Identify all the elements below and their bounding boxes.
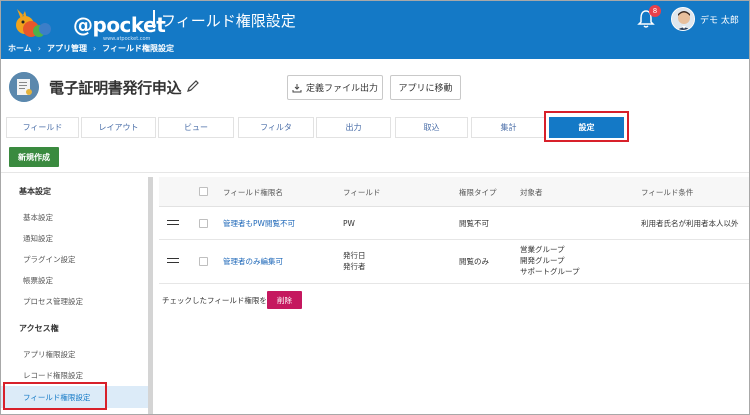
tab-filter[interactable]: フィルタ bbox=[238, 117, 314, 138]
field-value: PW bbox=[343, 219, 355, 228]
sidebar-item-app-permission[interactable]: アプリ権限設定 bbox=[23, 349, 76, 360]
table-header: フィールド権限名 フィールド 権限タイプ 対象者 フィールド条件 bbox=[159, 177, 749, 207]
logo-subtext: www.atpocket.com bbox=[103, 36, 151, 42]
breadcrumb-home[interactable]: ホーム bbox=[8, 43, 32, 54]
new-create-button[interactable]: 新規作成 bbox=[9, 147, 59, 167]
table-row: 管理者もPW閲覧不可 PW 閲覧不可 利用者氏名が利用者本人以外 bbox=[159, 207, 749, 240]
drag-handle-icon[interactable] bbox=[167, 220, 179, 225]
column-header-type: 権限タイプ bbox=[459, 188, 497, 197]
tab-output[interactable]: 出力 bbox=[316, 117, 391, 138]
sidebar-section-access: アクセス権 bbox=[19, 324, 59, 333]
download-icon bbox=[292, 83, 302, 92]
sidebar-item-basic-settings[interactable]: 基本設定 bbox=[23, 212, 53, 223]
tab-aggregate[interactable]: 集計 bbox=[471, 117, 546, 138]
sidebar-item-plugin[interactable]: プラグイン設定 bbox=[23, 254, 76, 265]
table-row: 管理者のみ編集可 発行日 発行者 閲覧のみ 営業グループ 開発グループ サポート… bbox=[159, 240, 749, 284]
app-icon bbox=[9, 72, 39, 102]
sidebar-item-notification[interactable]: 通知設定 bbox=[23, 233, 53, 244]
breadcrumb-app-admin[interactable]: アプリ管理 bbox=[47, 43, 87, 54]
row-checkbox[interactable] bbox=[199, 219, 208, 228]
content-divider bbox=[1, 172, 749, 173]
column-header-name: フィールド権限名 bbox=[223, 188, 283, 197]
row-checkbox[interactable] bbox=[199, 257, 208, 266]
kangaroo-logo-icon bbox=[16, 9, 51, 37]
user-photo-icon bbox=[672, 8, 694, 30]
breadcrumb-separator: › bbox=[37, 44, 41, 53]
permission-name-link[interactable]: 管理者のみ編集可 bbox=[223, 256, 283, 267]
drag-handle-icon[interactable] bbox=[167, 258, 179, 263]
sidebar-item-record-permission[interactable]: レコード権限設定 bbox=[23, 370, 83, 381]
app-title: 電子証明書発行申込 bbox=[49, 79, 182, 97]
sidebar-item-process[interactable]: プロセス管理設定 bbox=[23, 296, 83, 307]
breadcrumb-separator: › bbox=[92, 44, 97, 53]
export-definition-button[interactable]: 定義ファイル出力 bbox=[287, 75, 383, 100]
title-separator bbox=[153, 10, 155, 28]
edit-pencil-icon[interactable] bbox=[185, 78, 201, 94]
target-group: 開発グループ bbox=[520, 256, 565, 265]
avatar[interactable] bbox=[671, 7, 695, 31]
field-permission-table: フィールド権限名 フィールド 権限タイプ 対象者 フィールド条件 管理者もPW閲… bbox=[159, 177, 749, 414]
target-group: 営業グループ bbox=[520, 245, 565, 254]
top-header: @pocket www.atpocket.com フィールド権限設定 ホーム ›… bbox=[1, 1, 749, 59]
settings-tabs: フィールド レイアウト ビュー フィルタ 出力 取込 集計 設定 bbox=[1, 117, 749, 138]
logo-text: @pocket bbox=[73, 13, 166, 37]
sidebar-section-basic: 基本設定 bbox=[19, 187, 51, 196]
column-header-field: フィールド bbox=[343, 188, 381, 197]
breadcrumb-current: フィールド権限設定 bbox=[102, 44, 175, 53]
settings-tab-highlight bbox=[544, 111, 629, 142]
sidebar-scrollbar[interactable] bbox=[148, 177, 153, 414]
tab-field[interactable]: フィールド bbox=[6, 117, 79, 138]
field-value: 発行日 bbox=[343, 251, 366, 260]
breadcrumb: ホーム › アプリ管理 › フィールド権限設定 bbox=[8, 43, 174, 54]
sidebar-active-highlight bbox=[3, 382, 107, 410]
field-value: 発行者 bbox=[343, 262, 366, 271]
field-condition: 利用者氏名が利用者本人以外 bbox=[641, 219, 739, 228]
delete-button[interactable]: 削除 bbox=[267, 291, 302, 309]
select-all-checkbox[interactable] bbox=[199, 187, 208, 196]
app-frame: @pocket www.atpocket.com フィールド権限設定 ホーム ›… bbox=[0, 0, 750, 415]
column-header-condition: フィールド条件 bbox=[641, 188, 694, 197]
go-to-app-button[interactable]: アプリに移動 bbox=[390, 75, 461, 100]
export-definition-label: 定義ファイル出力 bbox=[305, 84, 378, 94]
permission-name-link[interactable]: 管理者もPW閲覧不可 bbox=[223, 218, 295, 229]
target-group: サポートグループ bbox=[520, 267, 580, 276]
app-logo[interactable]: @pocket www.atpocket.com bbox=[11, 5, 166, 42]
column-header-targets: 対象者 bbox=[520, 188, 543, 197]
tab-import[interactable]: 取込 bbox=[395, 117, 468, 138]
certificate-app-icon bbox=[9, 72, 39, 102]
notification-badge: 8 bbox=[649, 5, 661, 17]
go-to-app-label: アプリに移動 bbox=[398, 84, 453, 94]
permission-type: 閲覧のみ bbox=[459, 257, 489, 266]
sidebar-item-report[interactable]: 帳票設定 bbox=[23, 275, 53, 286]
tab-layout[interactable]: レイアウト bbox=[81, 117, 156, 138]
user-name[interactable]: デモ 太郎 bbox=[700, 13, 739, 26]
tab-view[interactable]: ビュー bbox=[158, 117, 234, 138]
bulk-action-label: チェックしたフィールド権限を bbox=[162, 296, 267, 305]
page-heading: フィールド権限設定 bbox=[161, 12, 296, 30]
permission-type: 閲覧不可 bbox=[459, 219, 489, 228]
